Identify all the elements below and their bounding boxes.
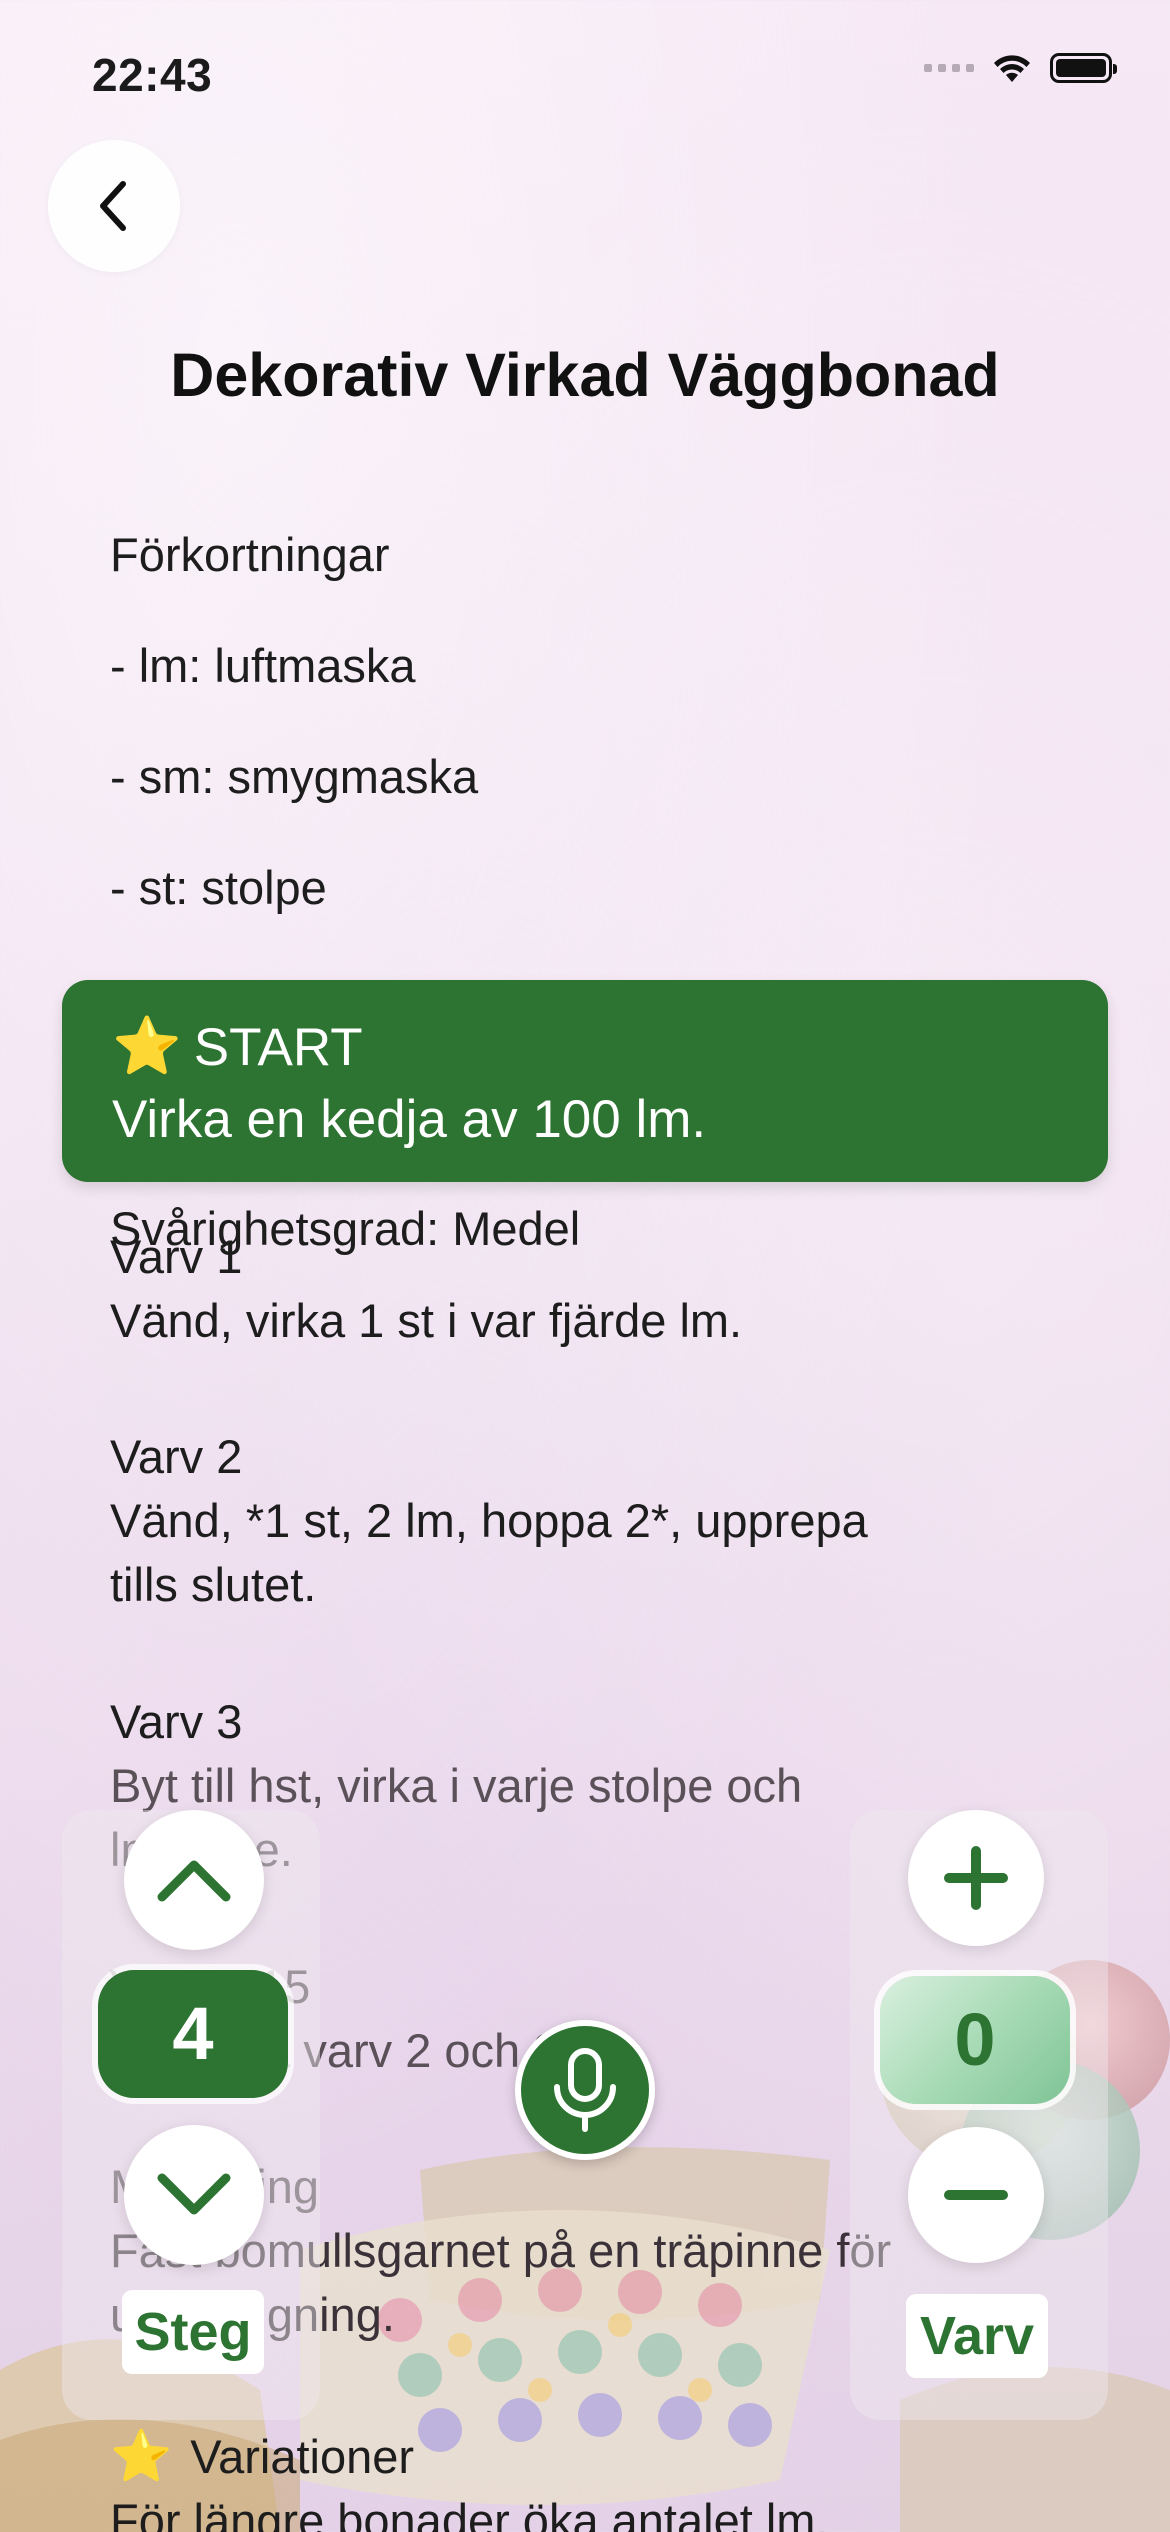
step-counter: 4 bbox=[98, 1970, 288, 2098]
back-button[interactable] bbox=[48, 140, 180, 272]
battery-icon bbox=[1050, 53, 1117, 83]
current-step-card[interactable]: ⭐ START Virka en kedja av 100 lm. bbox=[62, 980, 1108, 1182]
variations-text: För längre bonader öka antalet lm. bbox=[110, 2494, 829, 2532]
chevron-left-icon bbox=[100, 181, 126, 231]
voice-control-button[interactable] bbox=[515, 2020, 655, 2160]
step-title: Varv 3 bbox=[110, 1695, 243, 1748]
cellular-signal-icon bbox=[924, 64, 974, 72]
step-text: Byt till hst, virka i varje stolpe och bbox=[110, 1759, 803, 1812]
page-title: Dekorativ Virkad Väggbonad bbox=[170, 341, 1000, 409]
pattern-intro: Förkortningar - lm: luftmaska - sm: smyg… bbox=[110, 476, 1060, 1308]
chevron-up-icon bbox=[157, 1860, 231, 1902]
chevron-down-icon bbox=[157, 2173, 231, 2215]
wifi-icon bbox=[994, 55, 1030, 82]
step-item[interactable]: Varv 1 Vänd, virka 1 st i var fjärde lm. bbox=[110, 1225, 1060, 1353]
microphone-icon bbox=[554, 2048, 616, 2132]
abbreviation-item: - st: stolpe bbox=[110, 861, 327, 914]
step-text: Vänd, virka 1 st i var fjärde lm. bbox=[110, 1294, 743, 1347]
step-item[interactable]: Varv 2 Vänd, *1 st, 2 lm, hoppa 2*, uppr… bbox=[110, 1425, 1060, 1617]
status-bar: 22:43 bbox=[0, 0, 1170, 140]
step-up-button[interactable] bbox=[124, 1810, 264, 1950]
step-text: tills slutet. bbox=[110, 1558, 317, 1611]
variations-item[interactable]: ⭐ Variationer För längre bonader öka anta… bbox=[110, 2424, 1060, 2532]
current-step-label: START bbox=[193, 1018, 363, 1077]
minus-icon bbox=[944, 2190, 1008, 2200]
plus-icon bbox=[944, 1846, 1008, 1910]
abbreviation-item: - lm: luftmaska bbox=[110, 639, 416, 692]
status-icons bbox=[924, 52, 1117, 84]
current-step-text: Virka en kedja av 100 lm. bbox=[112, 1090, 707, 1149]
star-icon: ⭐ bbox=[110, 2428, 173, 2484]
star-icon: ⭐ bbox=[112, 1014, 182, 1077]
status-time: 22:43 bbox=[92, 49, 213, 101]
row-decrement-button[interactable] bbox=[908, 2127, 1044, 2263]
step-down-button[interactable] bbox=[124, 2125, 264, 2265]
step-label: Steg bbox=[122, 2290, 264, 2374]
variations-label: Variationer bbox=[190, 2430, 415, 2483]
abbreviations-heading: Förkortningar bbox=[110, 528, 390, 581]
row-counter: 0 bbox=[880, 1976, 1070, 2104]
step-title: Varv 2 bbox=[110, 1430, 243, 1483]
abbreviation-item: - sm: smygmaska bbox=[110, 750, 479, 803]
step-title: Varv 1 bbox=[110, 1230, 243, 1283]
row-label: Varv bbox=[906, 2294, 1048, 2378]
row-increment-button[interactable] bbox=[908, 1810, 1044, 1946]
step-text: Vänd, *1 st, 2 lm, hoppa 2*, upprepa bbox=[110, 1494, 868, 1547]
